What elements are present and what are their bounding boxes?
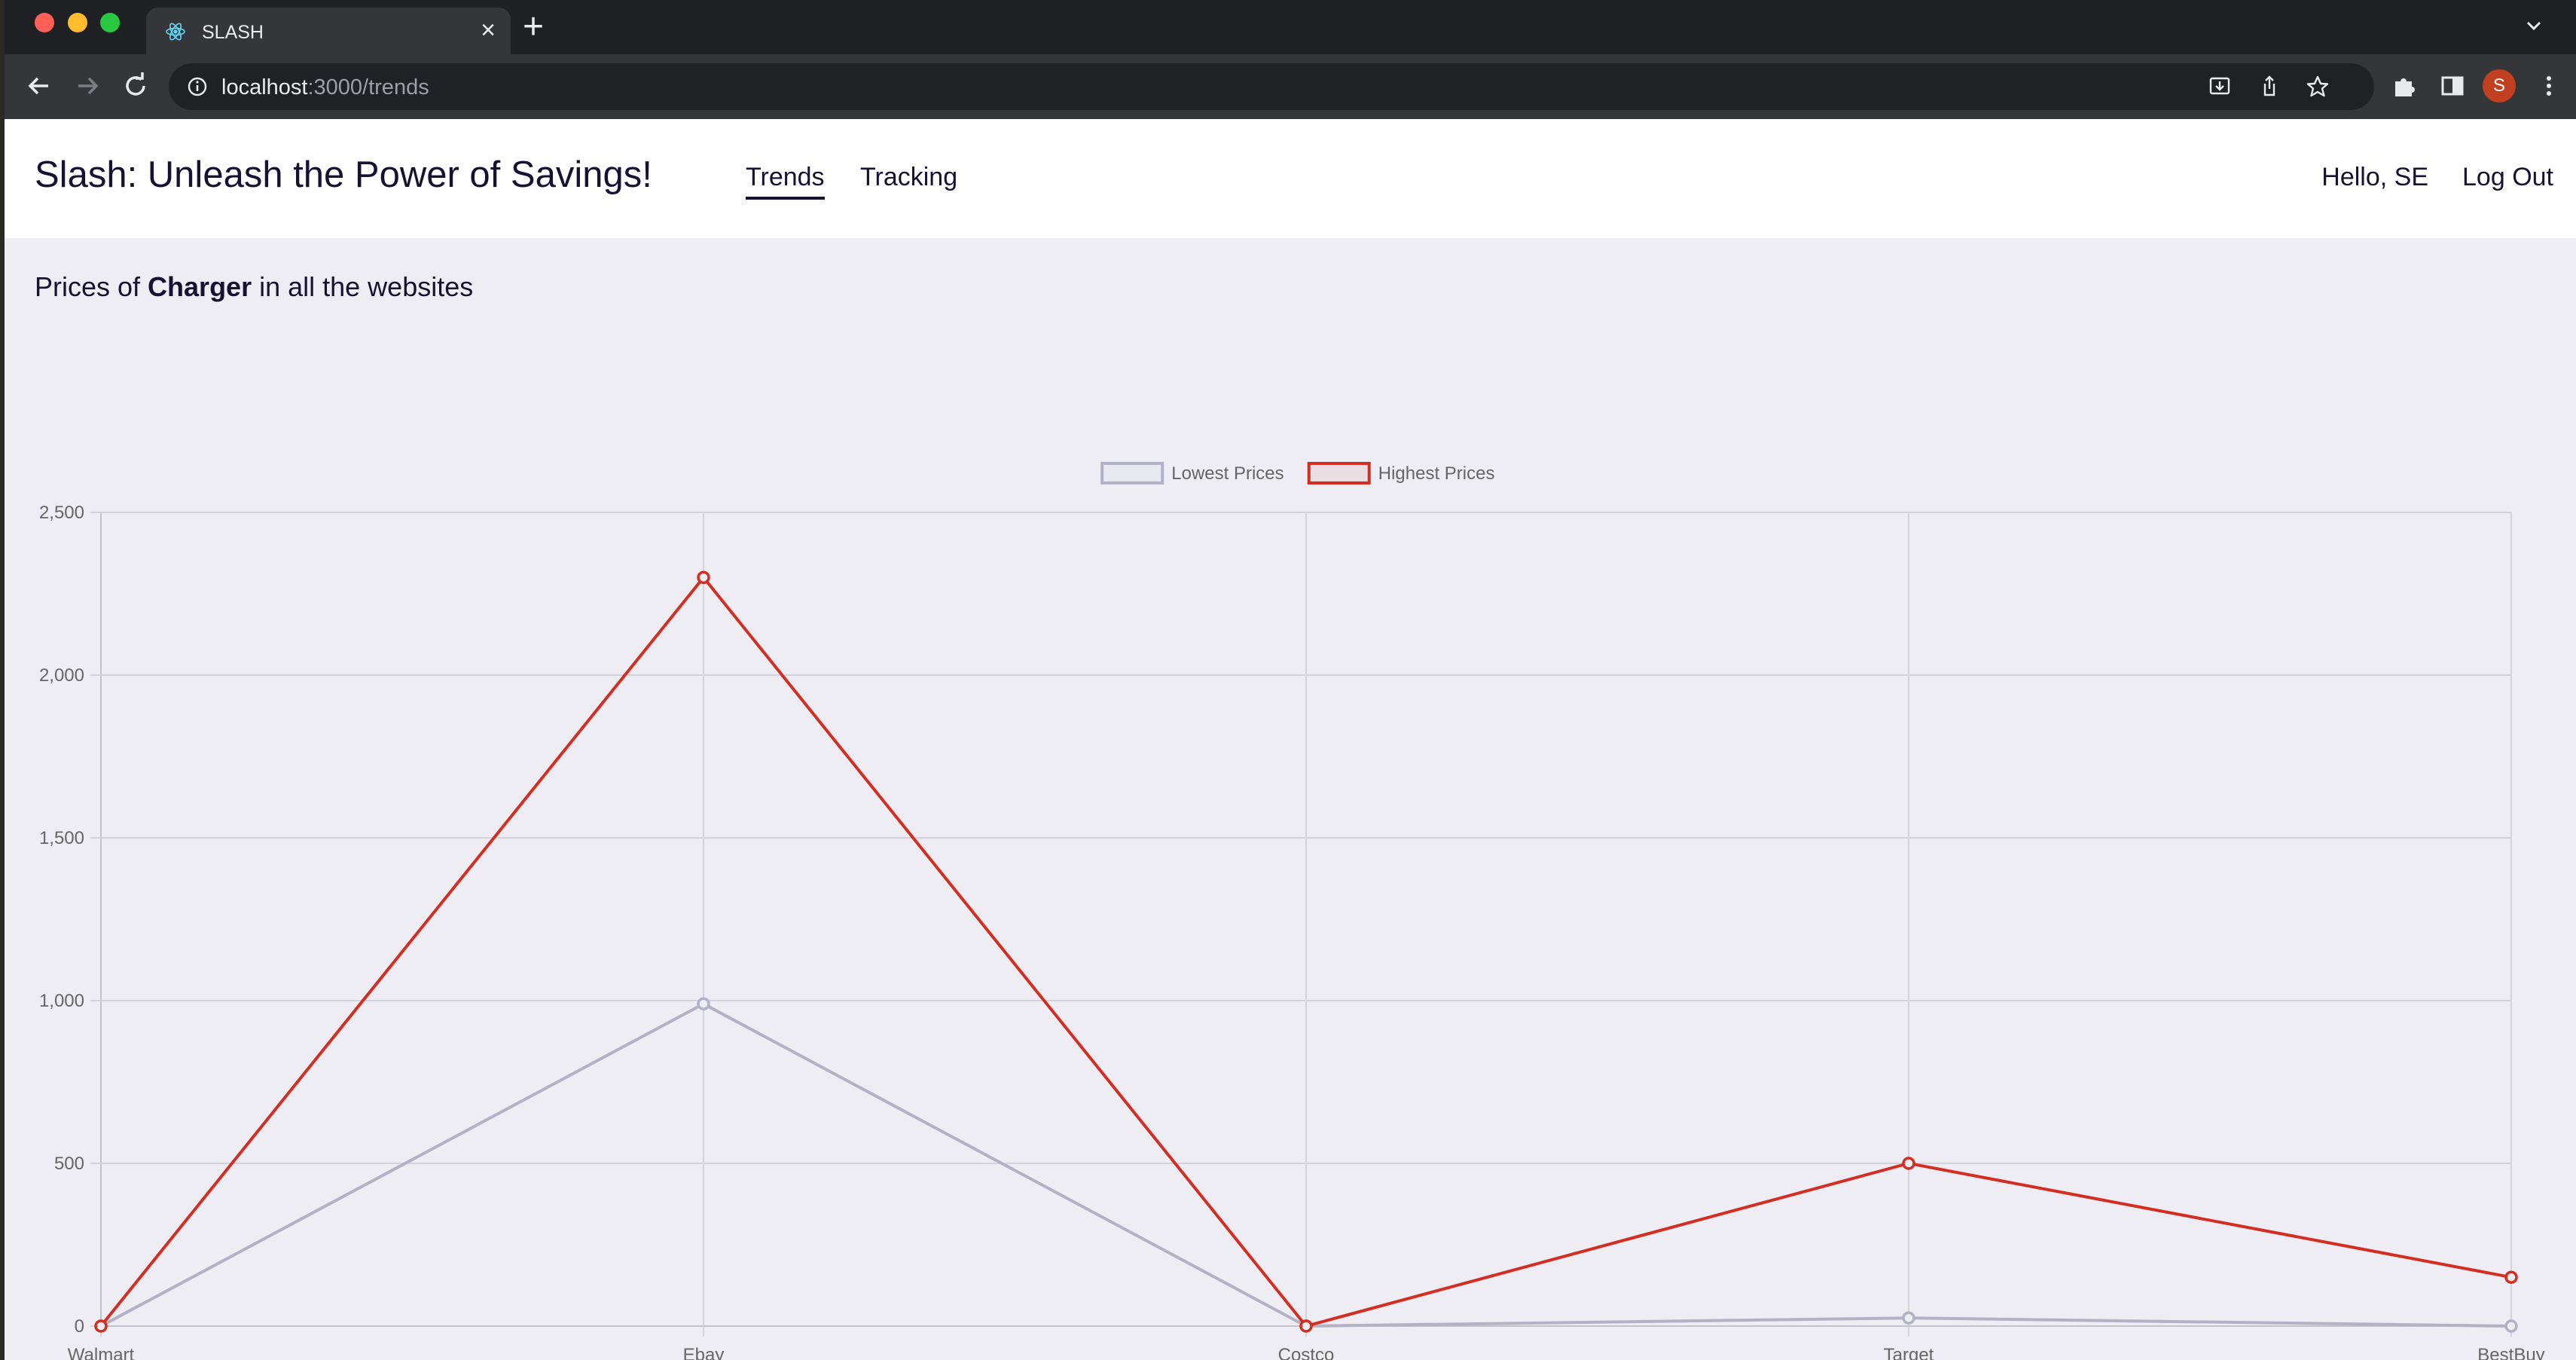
y-tick-label: 1,000: [39, 991, 84, 1011]
browser-tab[interactable]: SLASH ×: [146, 8, 511, 54]
line-chart-svg: 0 500 1,000 1,500 2,000 2,500 Walmart Ebay Costc…: [39, 462, 2545, 1360]
data-point: [697, 570, 710, 585]
new-tab-button[interactable]: +: [523, 6, 544, 48]
site-info-icon[interactable]: [185, 75, 209, 99]
x-tick-label: Walmart: [68, 1345, 135, 1360]
y-tick-label: 1,500: [39, 828, 84, 848]
data-point: [1299, 1319, 1313, 1333]
legend-label: Lowest Prices: [1171, 463, 1283, 484]
url-host: localhost: [221, 75, 308, 99]
app-brand[interactable]: Slash: Unleash the Power of Savings!: [35, 154, 652, 196]
logout-link[interactable]: Log Out: [2462, 163, 2553, 192]
data-point: [2504, 1319, 2518, 1333]
url-path: :3000/trends: [307, 75, 429, 99]
y-tick-label: 500: [54, 1154, 84, 1174]
close-tab-icon[interactable]: ×: [481, 17, 496, 44]
tab-title: SLASH: [202, 22, 264, 43]
share-icon[interactable]: [2257, 74, 2282, 99]
install-app-icon[interactable]: [2207, 74, 2233, 99]
y-tick-label: 2,500: [39, 503, 84, 523]
legend-swatch: [1100, 462, 1164, 484]
chevron-down-icon[interactable]: [2519, 11, 2549, 41]
data-point: [697, 997, 710, 1011]
maximize-window-button[interactable]: [100, 13, 120, 32]
url-text: localhost:3000/trends: [221, 75, 429, 100]
y-tick-label: 0: [75, 1316, 84, 1337]
heading-prefix: Prices of: [35, 271, 148, 302]
x-tick-label: Target: [1884, 1345, 1934, 1360]
extensions-puzzle-icon[interactable]: [2389, 71, 2419, 101]
heading-product: Charger: [148, 271, 252, 302]
more-menu-icon[interactable]: [2534, 71, 2564, 101]
minimize-window-button[interactable]: [68, 13, 87, 32]
data-point: [1902, 1157, 1915, 1170]
page-content: Slash: Unleash the Power of Savings! Tre…: [5, 119, 2576, 1360]
nav-tracking-link[interactable]: Tracking: [860, 163, 957, 192]
x-tick-label: Ebay: [683, 1345, 725, 1360]
legend-swatch: [1307, 462, 1371, 484]
data-point: [94, 1319, 108, 1333]
browser-window: SLASH × + localhost:3000/trends S Slash:…: [5, 0, 2576, 1360]
forward-arrow-icon[interactable]: [69, 68, 105, 104]
user-greeting: Hello, SE: [2321, 163, 2428, 191]
x-tick-label: Costco: [1278, 1345, 1335, 1360]
back-arrow-icon[interactable]: [21, 68, 57, 104]
y-tick-label: 2,000: [39, 665, 84, 686]
page-heading: Prices of Charger in all the websites: [35, 271, 473, 303]
browser-toolbar: localhost:3000/trends S: [5, 54, 2576, 119]
address-bar[interactable]: localhost:3000/trends: [169, 63, 2374, 110]
reload-icon[interactable]: [118, 68, 154, 104]
app-navbar: Slash: Unleash the Power of Savings! Tre…: [5, 119, 2576, 238]
data-point: [1902, 1311, 1915, 1325]
close-window-button[interactable]: [35, 13, 54, 32]
x-tick-label: BestBuy: [2477, 1345, 2544, 1360]
side-panel-icon[interactable]: [2437, 71, 2468, 101]
nav-trends-link[interactable]: Trends: [746, 163, 825, 200]
profile-avatar[interactable]: S: [2483, 69, 2516, 102]
heading-suffix: in all the websites: [252, 271, 474, 302]
data-point: [2504, 1270, 2518, 1284]
react-icon: [166, 23, 185, 41]
bookmark-star-icon[interactable]: [2305, 74, 2330, 99]
price-chart: 0 500 1,000 1,500 2,000 2,500 Walmart Ebay Costc…: [5, 330, 2576, 1360]
legend-label: Highest Prices: [1378, 463, 1495, 484]
tab-strip: SLASH × +: [5, 0, 2576, 54]
